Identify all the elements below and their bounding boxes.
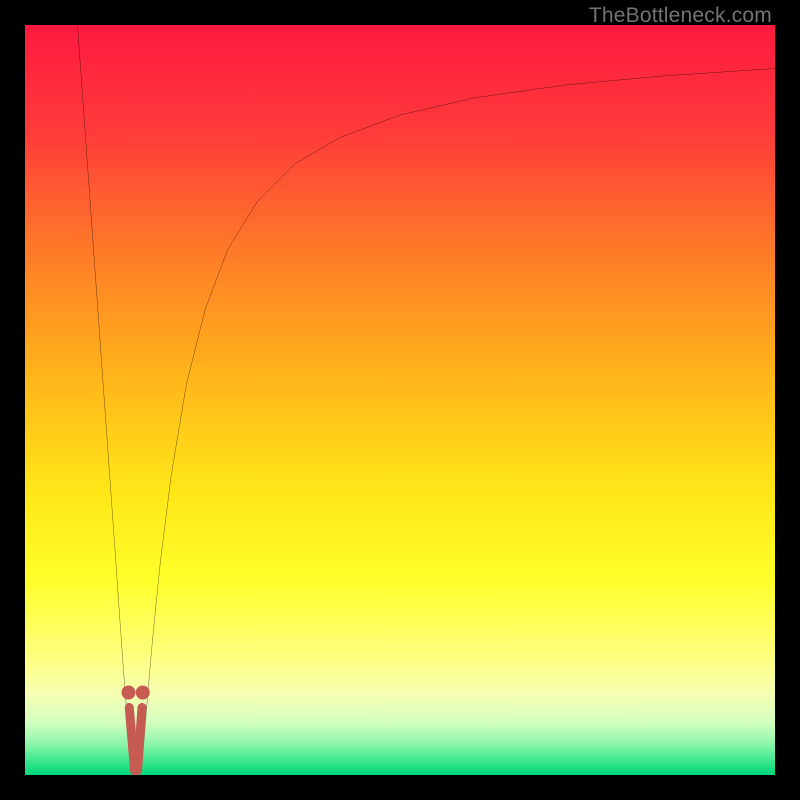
watermark-text: TheBottleneck.com [589, 4, 772, 28]
plot-area [25, 25, 775, 775]
series-valley-dots-pt0 [122, 686, 136, 700]
series-valley-dots-pt1 [136, 686, 150, 700]
curve-layer [25, 25, 775, 775]
series-right-branch [142, 69, 775, 764]
chart-frame: TheBottleneck.com [0, 0, 800, 800]
series-left-branch [78, 25, 131, 764]
series-valley-ticks-1 [138, 708, 143, 771]
